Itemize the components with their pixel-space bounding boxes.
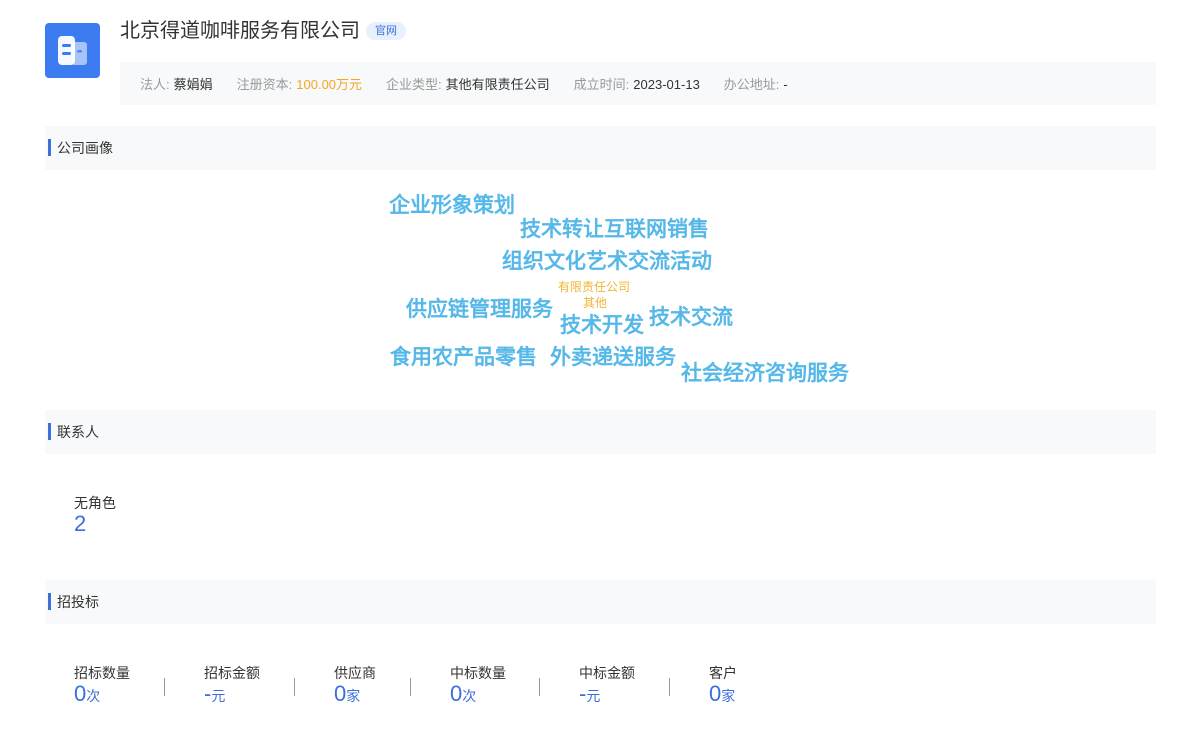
company-name: 北京得道咖啡服务有限公司 官网 <box>120 18 406 44</box>
section-accent-bar <box>48 593 51 610</box>
registered-capital-label: 注册资本: <box>236 77 293 92</box>
section-title: 联系人 <box>57 424 99 440</box>
cloud-word: 食用农产品零售 <box>390 345 537 369</box>
company-type-label: 企业类型: <box>386 77 442 92</box>
cloud-word: 其他 <box>583 296 608 310</box>
stat-divider <box>294 678 295 696</box>
bid-amount-value[interactable]: -元 <box>204 682 225 708</box>
win-count-label: 中标数量 <box>450 665 506 681</box>
stat-divider <box>539 678 540 696</box>
supplier-label: 供应商 <box>334 665 376 681</box>
company-logo <box>45 23 100 78</box>
win-amount-value[interactable]: -元 <box>579 682 600 708</box>
customer-value[interactable]: 0家 <box>709 682 735 708</box>
bid-count-label: 招标数量 <box>74 665 130 681</box>
customer-label: 客户 <box>709 665 737 681</box>
legal-person-label: 法人: <box>140 77 170 92</box>
stat-divider <box>669 678 670 696</box>
cloud-word: 社会经济咨询服务 <box>681 361 849 385</box>
office-address-label: 办公地址: <box>723 77 780 92</box>
cloud-word: 外卖递送服务 <box>550 345 676 369</box>
cloud-word: 技术转让互联网销售 <box>520 217 709 241</box>
office-address: 办公地址: - <box>724 74 788 93</box>
legal-person-value[interactable]: 蔡娟娟 <box>174 77 213 92</box>
win-count-value[interactable]: 0次 <box>450 682 476 708</box>
section-company-portrait: 公司画像 <box>45 126 1156 170</box>
founded-date-label: 成立时间: <box>573 77 630 92</box>
section-bidding: 招投标 <box>45 580 1156 624</box>
company-type-value: 其他有限责任公司 <box>445 77 550 92</box>
section-title: 招投标 <box>57 594 99 610</box>
win-count-unit: 次 <box>462 688 477 704</box>
cloud-word: 企业形象策划 <box>389 193 515 217</box>
win-count-number: 0 <box>450 681 463 706</box>
contact-role-count[interactable]: 2 <box>74 512 86 536</box>
founded-date-value: 2023-01-13 <box>633 77 700 92</box>
bid-amount-label: 招标金额 <box>204 665 260 681</box>
building-icon <box>58 36 87 65</box>
bid-count-value[interactable]: 0次 <box>74 682 100 708</box>
bid-amount-unit: 元 <box>211 688 226 704</box>
section-accent-bar <box>48 139 51 156</box>
supplier-unit: 家 <box>346 688 361 704</box>
company-type: 企业类型: 其他有限责任公司 <box>386 74 550 93</box>
contact-role-label: 无角色 <box>74 495 116 511</box>
win-amount-label: 中标金额 <box>579 665 635 681</box>
bid-count-unit: 次 <box>86 688 101 704</box>
cloud-word: 组织文化艺术交流活动 <box>502 249 712 273</box>
customer-number: 0 <box>709 681 722 706</box>
company-info-bar: 法人: 蔡娟娟 注册资本: 100.00万元 企业类型: 其他有限责任公司 成立时间:… <box>120 62 1156 105</box>
stat-divider <box>164 678 165 696</box>
section-contacts: 联系人 <box>45 410 1156 454</box>
cloud-word: 有限责任公司 <box>558 280 631 294</box>
company-name-text: 北京得道咖啡服务有限公司 <box>120 20 360 42</box>
win-amount-unit: 元 <box>586 688 601 704</box>
section-title: 公司画像 <box>57 140 113 156</box>
registered-capital: 注册资本: 100.00万元 <box>237 74 362 93</box>
supplier-number: 0 <box>334 681 347 706</box>
registered-capital-value: 100.00万元 <box>296 77 363 92</box>
official-site-badge[interactable]: 官网 <box>366 22 406 40</box>
office-address-value: - <box>783 77 788 92</box>
cloud-word: 供应链管理服务 <box>406 297 553 321</box>
stat-divider <box>410 678 411 696</box>
legal-person: 法人: 蔡娟娟 <box>140 74 213 93</box>
bid-count-number: 0 <box>74 681 87 706</box>
founded-date: 成立时间: 2023-01-13 <box>574 74 700 93</box>
supplier-value[interactable]: 0家 <box>334 682 360 708</box>
cloud-word: 技术交流 <box>649 305 733 329</box>
customer-unit: 家 <box>721 688 736 704</box>
section-accent-bar <box>48 423 51 440</box>
cloud-word: 技术开发 <box>560 313 644 337</box>
